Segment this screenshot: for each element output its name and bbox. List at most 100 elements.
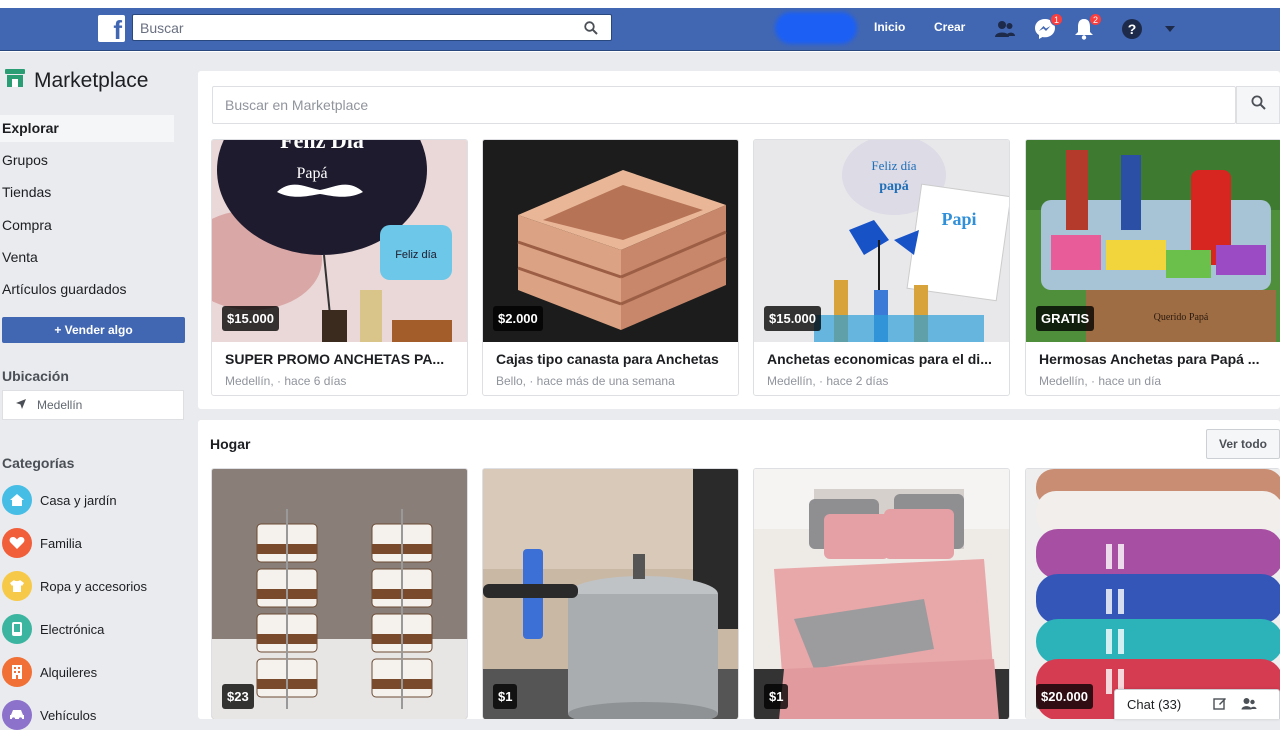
search-icon[interactable] bbox=[571, 15, 611, 40]
listing-card[interactable]: Feliz Día Papá Feliz día $15.000 SUPER P… bbox=[211, 139, 468, 396]
car-icon bbox=[2, 700, 32, 730]
chat-contacts-icon[interactable] bbox=[1241, 697, 1257, 713]
marketplace-search bbox=[212, 86, 1236, 124]
listing-title: Hermosas Anchetas para Papá ... bbox=[1039, 351, 1260, 367]
svg-text:Feliz Día: Feliz Día bbox=[280, 140, 364, 153]
listing-price: $1 bbox=[764, 684, 789, 709]
friend-requests-icon[interactable] bbox=[993, 17, 1017, 41]
svg-text:?: ? bbox=[1128, 21, 1137, 37]
category-vehiculos[interactable]: Vehículos bbox=[2, 700, 96, 730]
listing-image-pressure-cooker: $1 bbox=[483, 469, 738, 719]
phone-icon bbox=[2, 614, 32, 644]
marketplace-sidebar: Marketplace Explorar Grupos Tiendas Comp… bbox=[0, 52, 196, 730]
category-label: Electrónica bbox=[40, 621, 105, 637]
listing-price: $15.000 bbox=[222, 306, 279, 331]
heart-icon bbox=[2, 528, 32, 558]
category-familia[interactable]: Familia bbox=[2, 528, 82, 558]
category-label: Familia bbox=[40, 535, 82, 551]
sidebar-item-venta[interactable]: Venta bbox=[0, 244, 174, 271]
listing-card[interactable]: $1 bbox=[753, 468, 1010, 719]
listing-image-towels: $20.000 bbox=[1026, 469, 1280, 719]
category-ropa[interactable]: Ropa y accesorios bbox=[2, 571, 147, 601]
shirt-icon bbox=[2, 571, 32, 601]
sidebar-item-guardados[interactable]: Artículos guardados bbox=[0, 276, 174, 303]
search-icon bbox=[1251, 95, 1266, 115]
listing-price: GRATIS bbox=[1036, 306, 1095, 331]
svg-text:Papi: Papi bbox=[941, 209, 976, 229]
sidebar-item-grupos[interactable]: Grupos bbox=[0, 147, 174, 174]
house-icon bbox=[2, 485, 32, 515]
listing-card[interactable]: $23 bbox=[211, 468, 468, 719]
notifications-icon[interactable]: 2 bbox=[1072, 13, 1102, 41]
listing-image-bedding-set: $1 bbox=[754, 469, 1009, 719]
listing-price: $1 bbox=[493, 684, 518, 709]
listing-meta: Medellín, · hace 6 días bbox=[225, 374, 347, 388]
compose-icon[interactable] bbox=[1213, 696, 1227, 713]
listing-price: $20.000 bbox=[1036, 684, 1093, 709]
category-casa-y-jardin[interactable]: Casa y jardín bbox=[2, 485, 117, 515]
listing-card[interactable]: $20.000 bbox=[1025, 468, 1280, 719]
location-arrow-icon bbox=[15, 398, 27, 413]
shop-icon bbox=[4, 68, 26, 94]
svg-text:Feliz día: Feliz día bbox=[395, 249, 437, 261]
profile-link-redacted[interactable] bbox=[775, 12, 857, 44]
listing-title: SUPER PROMO ANCHETAS PA... bbox=[225, 351, 445, 367]
facebook-logo-icon[interactable]: f bbox=[98, 15, 125, 42]
global-search bbox=[132, 14, 612, 41]
listing-image-candy-basket: Querido Papá GRATIS bbox=[1026, 140, 1280, 342]
sidebar-item-explorar[interactable]: Explorar bbox=[0, 115, 174, 142]
create-link[interactable]: Crear bbox=[934, 20, 965, 34]
location-value: Medellín bbox=[37, 398, 83, 412]
sidebar-item-compra[interactable]: Compra bbox=[0, 212, 174, 239]
notifications-badge: 2 bbox=[1089, 13, 1102, 26]
location-field[interactable]: Medellín bbox=[2, 390, 184, 420]
listing-card[interactable]: $2.000 Cajas tipo canasta para Anchetas … bbox=[482, 139, 739, 396]
svg-text:Feliz día: Feliz día bbox=[871, 158, 916, 173]
marketplace-title-label: Marketplace bbox=[34, 69, 149, 92]
listing-card[interactable]: Querido Papá GRATIS Hermosas Anchetas pa… bbox=[1025, 139, 1280, 396]
messenger-icon[interactable]: 1 bbox=[1033, 13, 1063, 41]
listing-image-gift-basket: Feliz día papá Papi $15.000 bbox=[754, 140, 1009, 342]
category-label: Ropa y accesorios bbox=[40, 578, 147, 594]
global-search-input[interactable] bbox=[133, 15, 573, 40]
svg-text:Querido Papá: Querido Papá bbox=[1154, 312, 1209, 323]
building-icon bbox=[2, 657, 32, 687]
category-label: Alquileres bbox=[40, 664, 98, 680]
categories-header: Categorías bbox=[2, 455, 75, 471]
listing-price: $23 bbox=[222, 684, 254, 709]
marketplace-search-input[interactable] bbox=[213, 87, 1213, 123]
location-header: Ubicación bbox=[2, 368, 69, 384]
listing-meta: Medellín, · hace 2 días bbox=[767, 374, 889, 388]
messages-badge: 1 bbox=[1050, 13, 1063, 26]
listing-card[interactable]: Feliz día papá Papi $15.000 Anchetas eco… bbox=[753, 139, 1010, 396]
listing-title: Cajas tipo canasta para Anchetas bbox=[496, 351, 719, 367]
listing-meta: Bello, · hace más de una semana bbox=[496, 374, 675, 388]
top-nav: f Inicio Crear 1 2 ? bbox=[0, 8, 1280, 51]
svg-text:Papá: Papá bbox=[296, 165, 327, 182]
category-label: Casa y jardín bbox=[40, 492, 117, 508]
top-bar: f Inicio Crear 1 2 ? bbox=[0, 0, 1280, 52]
help-icon[interactable]: ? bbox=[1120, 17, 1144, 41]
listing-image-coffee-mugs: $23 bbox=[212, 469, 467, 719]
sidebar-item-tiendas[interactable]: Tiendas bbox=[0, 179, 174, 206]
chat-bar[interactable]: Chat (33) bbox=[1114, 689, 1280, 719]
category-label: Vehículos bbox=[40, 707, 97, 723]
see-all-button[interactable]: Ver todo bbox=[1206, 429, 1280, 459]
marketplace-title[interactable]: Marketplace bbox=[4, 68, 148, 94]
listing-card[interactable]: $1 bbox=[482, 468, 739, 719]
marketplace-search-button[interactable] bbox=[1236, 86, 1280, 124]
category-electronica[interactable]: Electrónica bbox=[2, 614, 104, 644]
sell-button[interactable]: + Vender algo bbox=[2, 317, 185, 343]
home-link[interactable]: Inicio bbox=[874, 20, 905, 34]
listing-meta: Medellín, · hace un día bbox=[1039, 374, 1162, 388]
chat-label: Chat (33) bbox=[1127, 697, 1182, 712]
listing-image-wooden-crate: $2.000 bbox=[483, 140, 738, 342]
account-menu-chevron-icon[interactable] bbox=[1158, 17, 1182, 41]
category-alquileres[interactable]: Alquileres bbox=[2, 657, 97, 687]
listing-price: $15.000 bbox=[764, 306, 821, 331]
svg-text:papá: papá bbox=[879, 179, 909, 194]
listing-title: Anchetas economicas para el di... bbox=[767, 351, 992, 367]
section-title-hogar: Hogar bbox=[210, 436, 251, 452]
listing-price: $2.000 bbox=[493, 306, 543, 331]
listing-image-balloon-gift: Feliz Día Papá Feliz día $15.000 bbox=[212, 140, 467, 342]
